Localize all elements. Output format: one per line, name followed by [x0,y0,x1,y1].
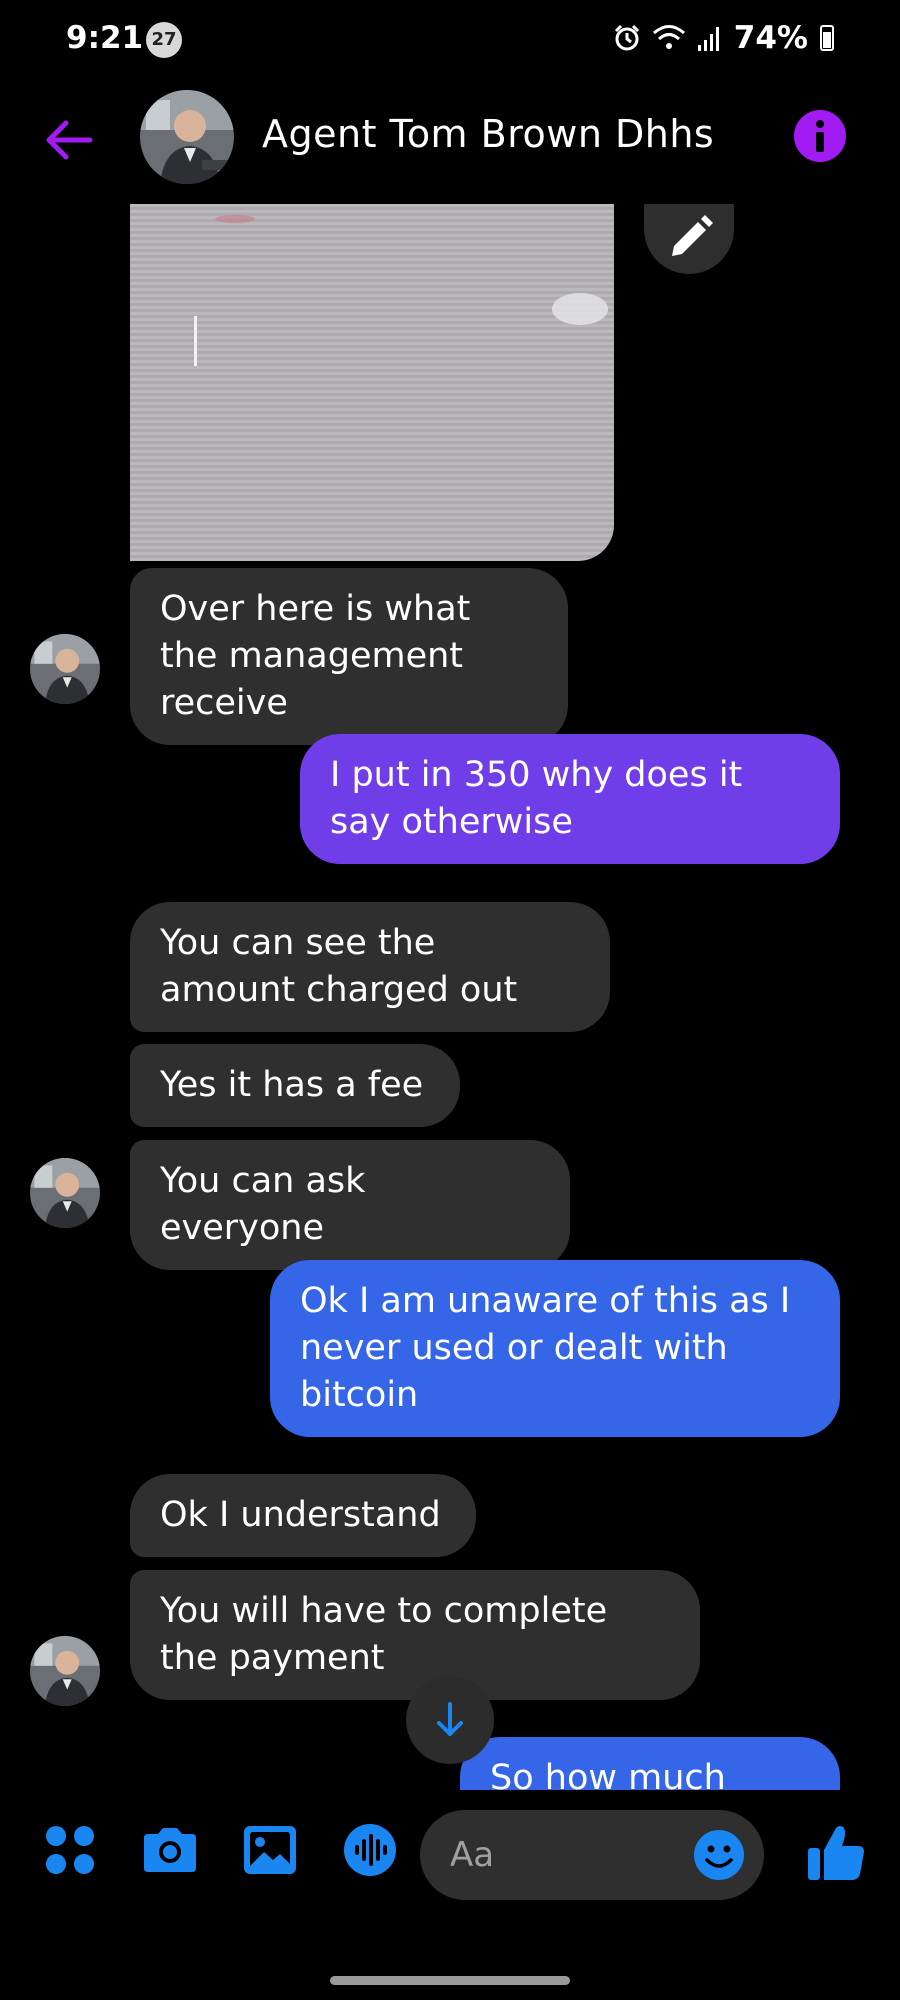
status-time: 9:21 [66,20,144,56]
grid-dots-icon [46,1826,94,1874]
avatar-photo [30,1636,100,1706]
battery-icon [820,25,834,51]
thumbs-up-icon [808,1826,864,1880]
message-incoming[interactable]: You can see the amount charged out [130,902,610,1032]
arrow-down-icon [437,1702,463,1736]
status-bar: 9:21 27 74% [0,0,900,82]
sender-avatar[interactable] [30,634,100,704]
message-incoming[interactable]: Ok I understand [130,1474,476,1557]
message-outgoing[interactable]: So how much more [460,1737,840,1790]
avatar-photo [30,634,100,704]
camera-icon [144,1828,196,1872]
camera-button[interactable] [140,1820,200,1880]
status-indicators: 74% [612,20,834,56]
message-outgoing[interactable]: Ok I am unaware of this as I never used … [270,1260,840,1437]
info-button[interactable] [794,110,846,162]
contact-name[interactable]: Agent Tom Brown Dhhs [262,112,714,156]
info-icon [816,120,824,152]
message-outgoing[interactable]: I put in 350 why does it say otherwise [300,734,840,864]
menu-button[interactable] [40,1820,100,1880]
message-list[interactable]: Over here is what the management receive… [0,204,900,1790]
wifi-icon [652,25,685,49]
avatar-photo [140,90,234,184]
battery-percent: 74% [733,20,808,56]
sender-avatar[interactable] [30,1636,100,1706]
microphone-wave-icon [344,1824,396,1876]
image-icon [244,1826,296,1874]
shared-photo[interactable] [130,204,614,561]
voice-button[interactable] [340,1820,400,1880]
emoji-icon [694,1830,744,1880]
gallery-button[interactable] [240,1820,300,1880]
scroll-to-bottom-button[interactable] [406,1676,494,1764]
edit-button[interactable] [644,204,734,274]
photo-content [130,204,614,561]
message-incoming[interactable]: You can ask everyone [130,1140,570,1270]
pencil-icon [672,215,713,256]
signal-icon [697,27,719,51]
message-composer [0,1790,900,1920]
alarm-icon [614,24,639,51]
avatar-photo [30,1158,100,1228]
emoji-button[interactable] [692,1828,746,1882]
arrow-left-icon [46,120,93,160]
message-incoming[interactable]: Yes it has a fee [130,1044,460,1127]
back-button[interactable] [40,110,100,170]
like-button[interactable] [804,1820,868,1884]
contact-avatar[interactable] [140,90,234,184]
chat-header: Agent Tom Brown Dhhs [0,82,900,204]
home-indicator[interactable] [330,1976,570,1985]
notification-count-badge: 27 [146,22,182,58]
message-incoming[interactable]: Over here is what the management receive [130,568,568,745]
sender-avatar[interactable] [30,1158,100,1228]
